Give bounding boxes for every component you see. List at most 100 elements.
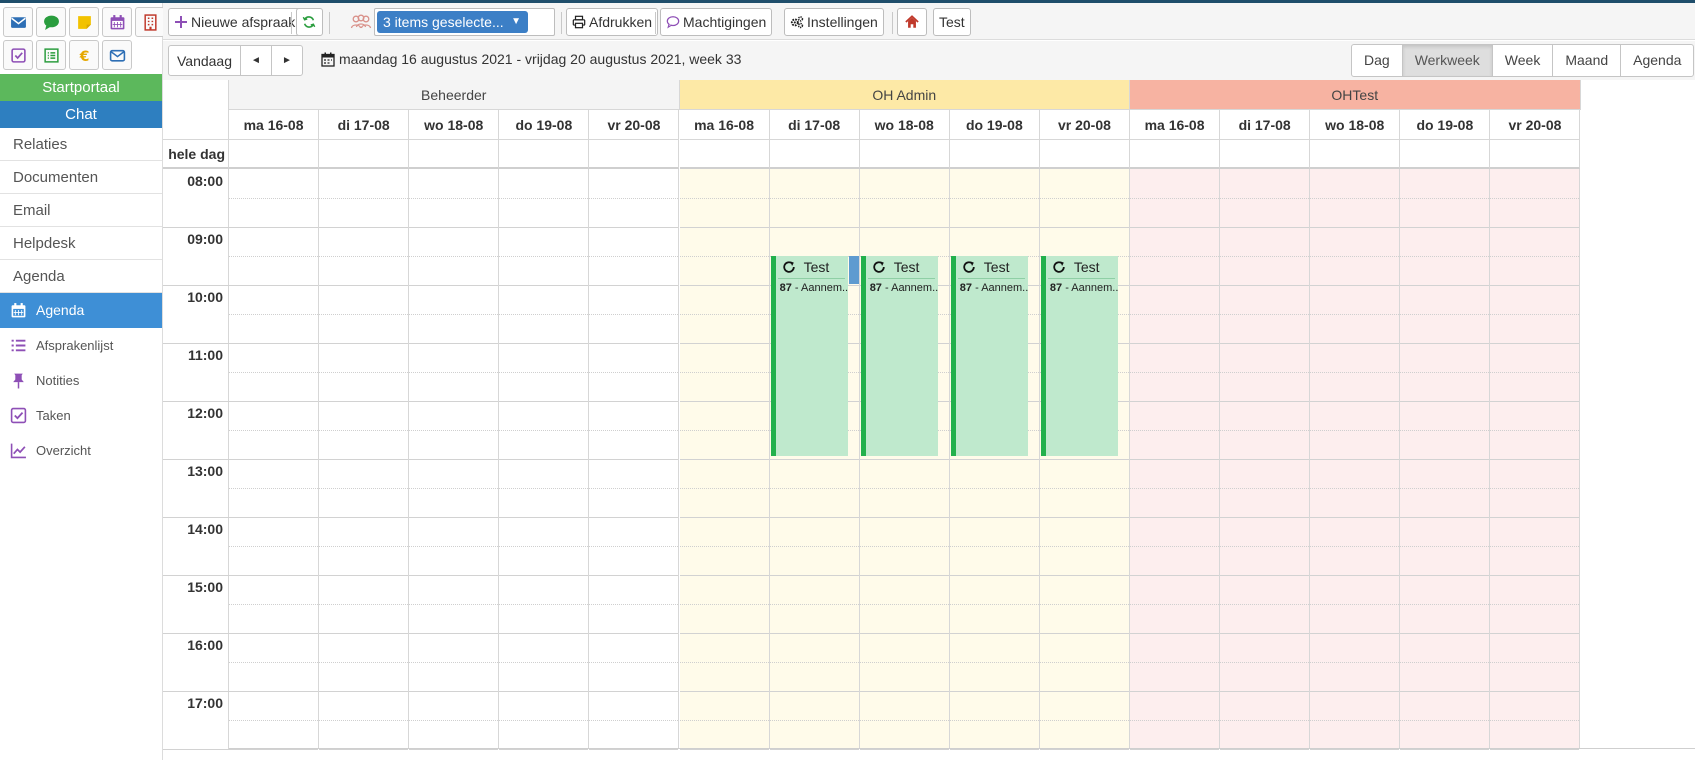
chat-icon[interactable] bbox=[36, 7, 66, 37]
event-resize-handle[interactable] bbox=[848, 256, 859, 284]
allday-cell[interactable] bbox=[1400, 140, 1491, 169]
half-hour-line bbox=[229, 546, 319, 547]
allday-cell[interactable] bbox=[499, 140, 590, 169]
allday-cell[interactable] bbox=[1039, 140, 1130, 169]
permissions-button[interactable]: Machtigingen bbox=[660, 8, 773, 36]
allday-cell[interactable] bbox=[1310, 140, 1401, 169]
sidebar-item-helpdesk[interactable]: Helpdesk bbox=[0, 227, 162, 260]
allday-cell[interactable] bbox=[319, 140, 410, 169]
settings-button[interactable]: Instellingen bbox=[784, 8, 884, 36]
day-column[interactable] bbox=[679, 169, 770, 750]
mail-icon[interactable] bbox=[3, 7, 33, 37]
allday-cell[interactable] bbox=[679, 140, 770, 169]
resource-select-value[interactable]: 3 items geselecte... ▼ bbox=[377, 11, 528, 33]
calendar-icon[interactable] bbox=[102, 7, 132, 37]
hour-line bbox=[859, 517, 949, 518]
building-icon[interactable] bbox=[135, 7, 165, 37]
allday-cell[interactable] bbox=[1220, 140, 1311, 169]
half-hour-line bbox=[679, 488, 769, 489]
hour-line bbox=[1130, 691, 1220, 692]
event-number: 87 bbox=[1049, 282, 1063, 294]
test-button[interactable]: Test bbox=[933, 8, 971, 36]
hour-line bbox=[949, 575, 1039, 576]
allday-cell[interactable] bbox=[949, 140, 1040, 169]
checkbox-icon bbox=[10, 407, 27, 424]
day-column[interactable] bbox=[409, 169, 500, 750]
startportaal-link[interactable]: Startportaal bbox=[0, 74, 162, 101]
new-appointment-button[interactable]: Nieuwe afspraak bbox=[168, 8, 302, 36]
next-button[interactable]: ► bbox=[271, 45, 303, 76]
appointment-event[interactable]: Test 87 - Aannem... bbox=[950, 256, 1028, 457]
day-column[interactable] bbox=[1490, 169, 1581, 750]
appointment-event[interactable]: Test 87 - Aannem... bbox=[770, 256, 848, 457]
sidebar-item-relaties[interactable]: Relaties bbox=[0, 128, 162, 161]
day-column[interactable] bbox=[1400, 169, 1491, 750]
hour-line bbox=[1220, 575, 1310, 576]
hour-line bbox=[679, 227, 769, 228]
envelope-icon[interactable] bbox=[102, 40, 132, 70]
resource-select[interactable]: 3 items geselecte... ▼ bbox=[374, 8, 555, 36]
half-hour-line bbox=[679, 430, 769, 431]
hour-line bbox=[1039, 459, 1129, 460]
previous-button[interactable]: ◄ bbox=[240, 45, 272, 76]
list-icon[interactable] bbox=[36, 40, 66, 70]
sidebar-subitem-overzicht[interactable]: Overzicht bbox=[0, 433, 162, 468]
sidebar-subitem-agenda[interactable]: Agenda bbox=[0, 293, 162, 328]
half-hour-line bbox=[859, 604, 949, 605]
hour-line bbox=[1130, 285, 1220, 286]
allday-cell[interactable] bbox=[409, 140, 500, 169]
euro-icon[interactable]: € bbox=[69, 40, 99, 70]
hour-line bbox=[1490, 285, 1580, 286]
home-button[interactable] bbox=[897, 8, 927, 36]
day-column[interactable] bbox=[589, 169, 680, 750]
hour-line bbox=[1310, 343, 1400, 344]
appointment-event[interactable]: Test 87 - Aannem... bbox=[1040, 256, 1118, 457]
allday-cell[interactable] bbox=[859, 140, 950, 169]
chat-link[interactable]: Chat bbox=[0, 101, 162, 128]
allday-cell[interactable] bbox=[1130, 140, 1221, 169]
hour-line bbox=[859, 633, 949, 634]
checkbox-icon[interactable] bbox=[3, 40, 33, 70]
hour-line bbox=[679, 343, 769, 344]
hour-line bbox=[1220, 285, 1310, 286]
hour-line bbox=[229, 227, 319, 228]
half-hour-line bbox=[1310, 372, 1400, 373]
sticky-note-icon[interactable] bbox=[69, 7, 99, 37]
allday-cell[interactable] bbox=[229, 140, 320, 169]
view-dag-button[interactable]: Dag bbox=[1352, 45, 1402, 76]
sidebar-item-documenten[interactable]: Documenten bbox=[0, 161, 162, 194]
day-column[interactable] bbox=[1310, 169, 1401, 750]
sidebar-item-email[interactable]: Email bbox=[0, 194, 162, 227]
event-description: 87 - Aannem... bbox=[866, 279, 938, 294]
time-label: 15:00 bbox=[187, 579, 223, 595]
sidebar-item-agenda-section[interactable]: Agenda bbox=[0, 260, 162, 293]
view-maand-button[interactable]: Maand bbox=[1552, 45, 1620, 76]
sidebar-subitem-afsprakenlijst[interactable]: Afsprakenlijst bbox=[0, 328, 162, 363]
recurring-icon bbox=[1053, 261, 1065, 273]
print-button[interactable]: Afdrukken bbox=[566, 8, 659, 36]
view-agenda-button[interactable]: Agenda bbox=[1620, 45, 1693, 76]
day-column[interactable] bbox=[499, 169, 590, 750]
half-hour-line bbox=[589, 604, 679, 605]
allday-cell[interactable] bbox=[589, 140, 680, 169]
refresh-button[interactable] bbox=[296, 8, 323, 36]
view-werkweek-button[interactable]: Werkweek bbox=[1401, 45, 1492, 76]
day-column[interactable] bbox=[1130, 169, 1221, 750]
view-week-button[interactable]: Week bbox=[1491, 45, 1553, 76]
hour-line bbox=[1310, 401, 1400, 402]
half-hour-line bbox=[319, 604, 409, 605]
appointment-event[interactable]: Test 87 - Aannem... bbox=[860, 256, 938, 457]
hour-line bbox=[1400, 633, 1490, 634]
day-column[interactable] bbox=[229, 169, 320, 750]
allday-cell[interactable] bbox=[769, 140, 860, 169]
allday-cell[interactable] bbox=[1490, 140, 1581, 169]
day-column[interactable] bbox=[319, 169, 410, 750]
half-hour-line bbox=[409, 198, 499, 199]
home-icon bbox=[905, 15, 919, 28]
today-button[interactable]: Vandaag bbox=[168, 45, 241, 76]
half-hour-line bbox=[1400, 488, 1490, 489]
sidebar-subitem-taken[interactable]: Taken bbox=[0, 398, 162, 433]
sidebar-subitem-notities[interactable]: Notities bbox=[0, 363, 162, 398]
hour-line bbox=[1039, 575, 1129, 576]
day-column[interactable] bbox=[1220, 169, 1311, 750]
